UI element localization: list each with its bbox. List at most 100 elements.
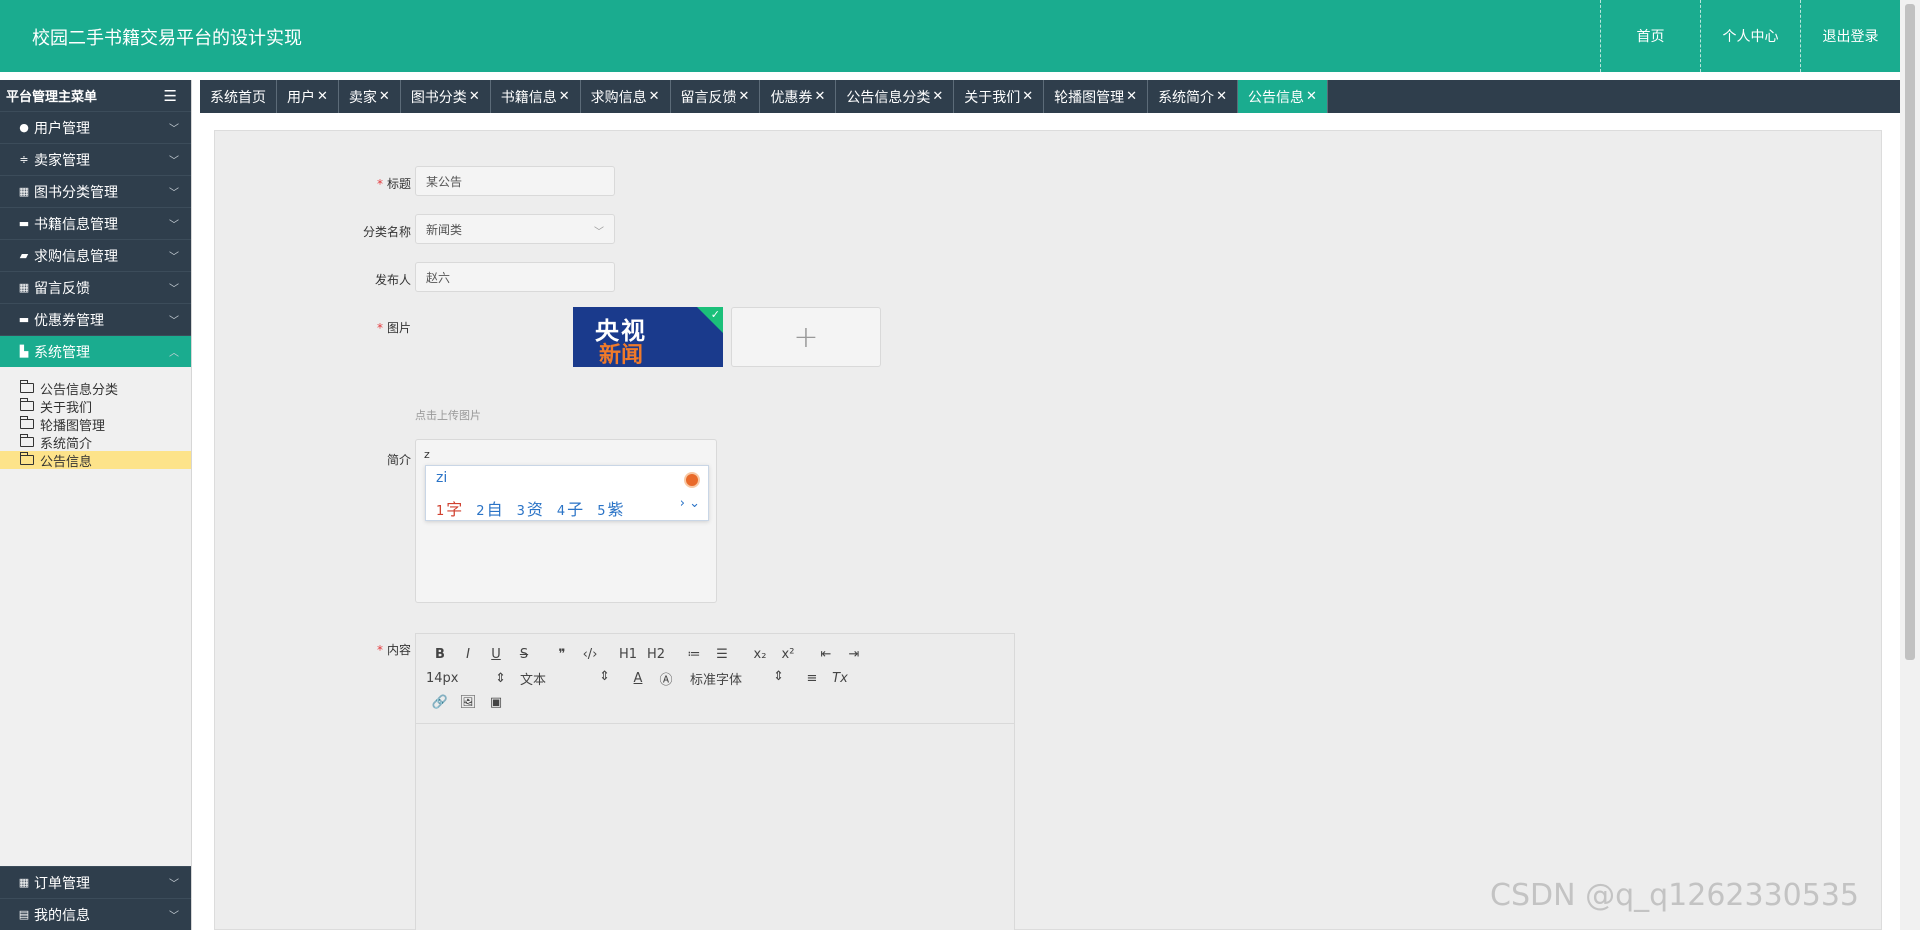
tab-bar: 系统首页 用户 ✕ 卖家 ✕ 图书分类 ✕ 书籍信息 ✕ 求购信息 ✕ 留言反馈 ✕ 优惠券… — [200, 80, 1900, 113]
tab-coupon[interactable]: 优惠券 ✕ — [760, 80, 837, 113]
publisher-input[interactable]: 赵六 — [415, 262, 615, 292]
rich-text-editor[interactable]: B I U S ❞ ‹/› H1 H2 ≔ ☰ x₂ x² ⇤ ⇥ 14px ⇕ … — [415, 633, 1015, 930]
font-size-select[interactable]: 14px ⇕ — [426, 671, 506, 686]
menu-book-category[interactable]: ▦ 图书分类管理 ﹀ — [0, 175, 191, 207]
image-icon[interactable]: 🖼 — [454, 695, 482, 710]
align-icon[interactable]: ≡ — [798, 671, 826, 686]
menu-order[interactable]: ▦ 订单管理 ﹀ — [0, 866, 191, 898]
ime-more-icon[interactable]: › ⌄ — [680, 496, 700, 511]
uploaded-image[interactable]: 央视 新闻 ✓ — [573, 307, 723, 367]
nav-home[interactable]: 首页 — [1600, 0, 1700, 72]
close-icon[interactable]: ✕ — [559, 89, 570, 104]
menu-book-info[interactable]: ▬ 书籍信息管理 ﹀ — [0, 207, 191, 239]
link-icon[interactable]: 🔗 — [426, 695, 454, 710]
background-color-icon[interactable]: Ⓐ — [652, 669, 680, 688]
app-title: 校园二手书籍交易平台的设计实现 — [32, 28, 302, 49]
bullet-list-button[interactable]: ☰ — [708, 647, 736, 662]
close-icon[interactable]: ✕ — [379, 89, 390, 104]
strike-button[interactable]: S — [510, 647, 538, 662]
h1-button[interactable]: H1 — [614, 647, 642, 662]
ime-candidate[interactable]: 5紫 — [597, 496, 623, 520]
close-icon[interactable]: ✕ — [1306, 89, 1317, 104]
close-icon[interactable]: ✕ — [932, 89, 943, 104]
scrollbar-thumb[interactable] — [1905, 4, 1915, 660]
italic-button[interactable]: I — [454, 647, 482, 662]
location-icon: ● — [19, 121, 29, 134]
ime-candidate[interactable]: 4子 — [557, 496, 583, 520]
tab-book-category[interactable]: 图书分类 ✕ — [401, 80, 491, 113]
chevron-down-icon: ﹀ — [169, 911, 179, 922]
tab-seller[interactable]: 卖家 ✕ — [339, 80, 401, 113]
close-icon[interactable]: ✕ — [814, 89, 825, 104]
chevron-down-icon: ﹀ — [169, 220, 179, 231]
outdent-button[interactable]: ⇤ — [812, 647, 840, 662]
intro-textarea[interactable]: z — [415, 439, 717, 603]
menu-purchase-info[interactable]: ▰ 求购信息管理 ﹀ — [0, 239, 191, 271]
editor-toolbar: B I U S ❞ ‹/› H1 H2 ≔ ☰ x₂ x² ⇤ ⇥ 14px ⇕ … — [416, 634, 1014, 724]
clear-format-icon[interactable]: Tx — [826, 671, 854, 686]
sidebar-header: 平台管理主菜单 ☰ — [0, 80, 191, 111]
tab-system-intro[interactable]: 系统简介 ✕ — [1148, 80, 1238, 113]
menu-system[interactable]: ▙ 系统管理 ︿ — [0, 335, 191, 367]
chevron-down-icon: ﹀ — [169, 879, 179, 890]
folder-icon — [20, 398, 34, 411]
tab-book-info[interactable]: 书籍信息 ✕ — [491, 80, 581, 113]
tab-purchase-info[interactable]: 求购信息 ✕ — [581, 80, 671, 113]
tab-user[interactable]: 用户 ✕ — [277, 80, 339, 113]
menu-toggle-icon[interactable]: ☰ — [164, 87, 177, 105]
sidebar-item-carousel[interactable]: 轮播图管理 — [0, 415, 191, 434]
h2-button[interactable]: H2 — [642, 647, 670, 662]
menu-user[interactable]: ● 用户管理 ﹀ — [0, 111, 191, 143]
tab-notice-category[interactable]: 公告信息分类 ✕ — [836, 80, 955, 113]
menu-coupon[interactable]: ▬ 优惠券管理 ﹀ — [0, 303, 191, 335]
close-icon[interactable]: ✕ — [1216, 89, 1227, 104]
close-icon[interactable]: ✕ — [1022, 89, 1033, 104]
tab-home[interactable]: 系统首页 — [200, 80, 277, 113]
close-icon[interactable]: ✕ — [317, 89, 328, 104]
close-icon[interactable]: ✕ — [649, 89, 660, 104]
tab-feedback[interactable]: 留言反馈 ✕ — [671, 80, 761, 113]
bold-button[interactable]: B — [426, 647, 454, 662]
video-icon[interactable]: ▣ — [482, 695, 510, 710]
ime-candidate[interactable]: 1字 — [436, 496, 462, 520]
quote-button[interactable]: ❞ — [548, 647, 576, 662]
upload-button[interactable]: + — [731, 307, 881, 367]
sidebar-item-notice[interactable]: 公告信息 — [0, 451, 191, 470]
sidebar-item-about[interactable]: 关于我们 — [0, 397, 191, 416]
tab-carousel[interactable]: 轮播图管理 ✕ — [1044, 80, 1149, 113]
title-input[interactable]: 某公告 — [415, 166, 615, 196]
superscript-button[interactable]: x² — [774, 647, 802, 662]
tab-about[interactable]: 关于我们 ✕ — [954, 80, 1045, 113]
header-nav: 首页 个人中心 退出登录 — [1600, 0, 1900, 72]
indent-button[interactable]: ⇥ — [840, 647, 868, 662]
font-family-select[interactable]: 标准字体 ⇕ — [690, 669, 784, 688]
ime-candidates: 1字 2自 3资 4子 5紫 — [436, 496, 623, 520]
ime-candidate-window[interactable]: zi 1字 2自 3资 4子 5紫 › ⌄ — [425, 465, 709, 521]
menu-feedback[interactable]: ▦ 留言反馈 ﹀ — [0, 271, 191, 303]
nav-logout[interactable]: 退出登录 — [1800, 0, 1900, 72]
category-select[interactable]: 新闻类 ﹀ — [415, 214, 615, 244]
ime-settings-icon[interactable] — [684, 472, 700, 488]
ordered-list-button[interactable]: ≔ — [680, 647, 708, 662]
block-type-select[interactable]: 文本 ⇕ — [520, 669, 610, 688]
code-button[interactable]: ‹/› — [576, 647, 604, 662]
category-label: 分类名称 — [362, 225, 411, 239]
menu-my-info[interactable]: ▤ 我的信息 ﹀ — [0, 898, 191, 930]
underline-button[interactable]: U — [482, 647, 510, 662]
page-scrollbar[interactable] — [1900, 0, 1920, 930]
close-icon[interactable]: ✕ — [739, 89, 750, 104]
ime-pinyin: zi — [436, 470, 448, 486]
ime-candidate[interactable]: 2自 — [476, 496, 502, 520]
close-icon[interactable]: ✕ — [469, 89, 480, 104]
menu-seller[interactable]: ≑ 卖家管理 ﹀ — [0, 143, 191, 175]
tab-notice[interactable]: 公告信息 ✕ — [1237, 80, 1328, 113]
ime-candidate[interactable]: 3资 — [517, 496, 543, 520]
close-icon[interactable]: ✕ — [1126, 89, 1137, 104]
font-color-icon[interactable]: A — [624, 671, 652, 686]
sidebar-item-system-intro[interactable]: 系统简介 — [0, 433, 191, 452]
nav-profile[interactable]: 个人中心 — [1700, 0, 1800, 72]
sidebar-item-notice-category[interactable]: 公告信息分类 — [0, 379, 191, 398]
watermark: CSDN @q_q1262330535 — [1490, 878, 1860, 913]
upload-hint: 点击上传图片 — [415, 409, 481, 422]
subscript-button[interactable]: x₂ — [746, 647, 774, 662]
